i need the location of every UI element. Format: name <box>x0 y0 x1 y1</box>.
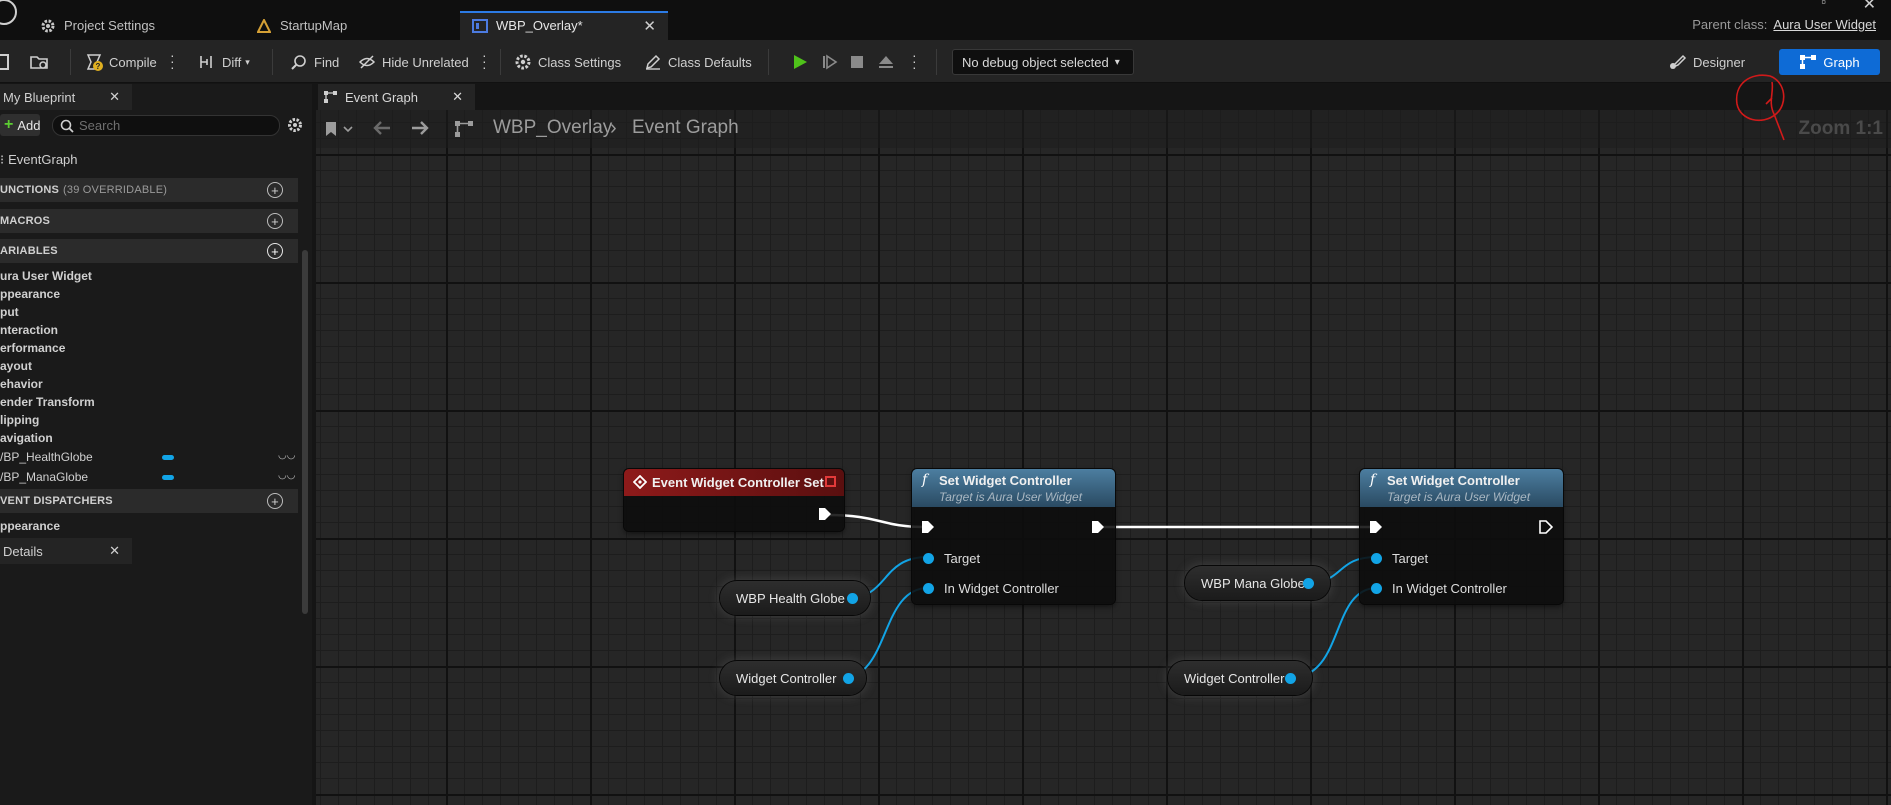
wbp-mana-globe-getter[interactable]: WBP Mana Globe <box>1185 566 1330 600</box>
target-pin[interactable] <box>1371 553 1382 564</box>
object-pin[interactable] <box>843 673 854 684</box>
getter-label: WBP Mana Globe <box>1201 575 1305 591</box>
exec-in-pin[interactable] <box>921 520 935 534</box>
function-icon: f <box>1370 472 1376 488</box>
controller-pin[interactable] <box>923 583 934 594</box>
node-title: Set Widget Controller <box>939 473 1072 488</box>
function-icon: f <box>922 472 928 488</box>
pin-label: Target <box>944 551 981 566</box>
getter-label: Widget Controller <box>1184 670 1285 686</box>
event-icon <box>633 475 647 489</box>
node-subtitle: Target is Aura User Widget <box>939 490 1083 504</box>
set-widget-controller-node[interactable]: f Set Widget Controller Target is Aura U… <box>1360 469 1563 604</box>
exec-out-pin[interactable] <box>818 507 832 521</box>
exec-in-pin[interactable] <box>1369 520 1383 534</box>
event-widget-controller-set-node[interactable]: Event Widget Controller Set <box>624 469 844 531</box>
exec-out-pin[interactable] <box>1539 520 1553 534</box>
getter-label: WBP Health Globe <box>736 590 845 606</box>
wbp-health-globe-getter[interactable]: WBP Health Globe <box>720 581 870 615</box>
node-title: Set Widget Controller <box>1387 473 1520 488</box>
target-pin[interactable] <box>923 553 934 564</box>
node-title: Event Widget Controller Set <box>652 475 824 490</box>
getter-label: Widget Controller <box>736 670 837 686</box>
set-widget-controller-node[interactable]: f Set Widget Controller Target is Aura U… <box>912 469 1115 604</box>
object-pin[interactable] <box>1285 673 1296 684</box>
exec-out-pin[interactable] <box>1091 520 1105 534</box>
controller-pin[interactable] <box>1371 583 1382 594</box>
pin-label: Target <box>1392 551 1429 566</box>
delegate-pin[interactable] <box>825 476 836 487</box>
node-subtitle: Target is Aura User Widget <box>1387 490 1531 504</box>
pin-label: In Widget Controller <box>944 581 1059 596</box>
pin-label: In Widget Controller <box>1392 581 1507 596</box>
widget-controller-getter[interactable]: Widget Controller <box>720 661 866 695</box>
widget-controller-getter[interactable]: Widget Controller <box>1168 661 1312 695</box>
graph-wires <box>827 513 1378 679</box>
object-pin[interactable] <box>847 593 858 604</box>
object-pin[interactable] <box>1303 578 1314 589</box>
